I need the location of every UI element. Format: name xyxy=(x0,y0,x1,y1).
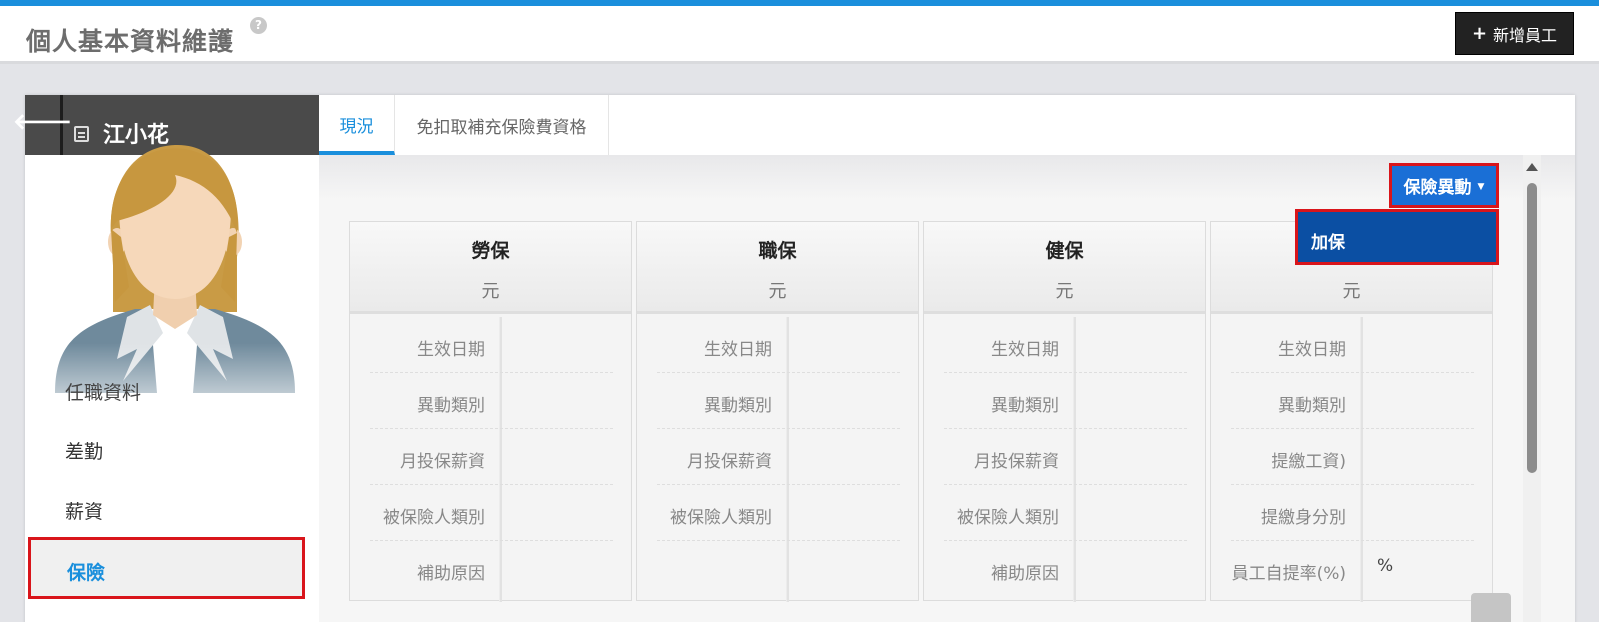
insurance-change-label: 保險異動 xyxy=(1403,178,1472,198)
table-row: 提繳工資) xyxy=(1231,429,1474,485)
row-label: 生效日期 xyxy=(1278,340,1346,360)
row-label: 被保險人類別 xyxy=(957,508,1059,528)
insurance-card-pension: 元 生效日期 異動類別 提繳工資) 提繳身分別 員工自提率(%)% xyxy=(1210,221,1493,602)
sidebar-item-salary[interactable]: 薪資 xyxy=(65,497,103,524)
insurance-change-menu: 加保 xyxy=(1295,209,1499,265)
table-row: 補助原因 xyxy=(370,541,613,597)
row-label: 提繳身分別 xyxy=(1261,508,1346,528)
card-title: 勞保 xyxy=(471,240,510,262)
card-header: 健保 元 xyxy=(924,222,1205,314)
card-body: 生效日期 異動類別 月投保薪資 被保險人類別 補助原因 xyxy=(924,317,1205,602)
caret-down-icon: ▼ xyxy=(1477,182,1485,192)
row-label: 月投保薪資 xyxy=(974,452,1059,472)
sidebar-item-insurance[interactable]: 保險 xyxy=(28,537,305,599)
main-area: 現況 免扣取補充保險費資格 保險異動 ▼ 勞保 元 生效日期 異動類別 月投保薪… xyxy=(319,95,1575,622)
row-label: 補助原因 xyxy=(417,564,485,584)
table-row: 生效日期 xyxy=(1231,317,1474,373)
card-header: 勞保 元 xyxy=(350,222,631,314)
row-label: 提繳工資) xyxy=(1271,452,1346,472)
card-unit: 元 xyxy=(1055,281,1074,302)
add-employee-button[interactable]: + 新增員工 xyxy=(1455,12,1574,55)
sidebar-item-employment[interactable]: 任職資料 xyxy=(65,378,141,405)
card-unit: 元 xyxy=(481,281,500,302)
row-label: 異動類別 xyxy=(704,396,772,416)
row-label: 被保險人類別 xyxy=(383,508,485,528)
card-header: 職保 元 xyxy=(637,222,918,314)
menu-item-enroll[interactable]: 加保 xyxy=(1311,228,1345,253)
card-title: 健保 xyxy=(1045,240,1084,262)
table-row: 異動類別 xyxy=(370,373,613,429)
scroll-up-arrow-icon[interactable] xyxy=(1526,163,1538,171)
row-label: 異動類別 xyxy=(417,396,485,416)
tab-supplementary-exemption[interactable]: 免扣取補充保險費資格 xyxy=(395,95,609,155)
row-label: 補助原因 xyxy=(991,564,1059,584)
scroll-to-top-button[interactable] xyxy=(1471,593,1511,622)
female-avatar-illustration xyxy=(55,144,295,393)
card-body: 生效日期 異動類別 月投保薪資 被保險人類別 補助原因 xyxy=(350,317,631,602)
card-title: 職保 xyxy=(758,240,797,262)
row-label: 異動類別 xyxy=(1278,396,1346,416)
card-unit: 元 xyxy=(768,281,787,302)
table-row: 被保險人類別 xyxy=(370,485,613,541)
tab-bar: 現況 免扣取補充保險費資格 xyxy=(319,95,1575,155)
table-row: 補助原因 xyxy=(944,541,1187,597)
table-row: 被保險人類別 xyxy=(944,485,1187,541)
add-employee-label: 新增員工 xyxy=(1493,25,1558,45)
row-label: 生效日期 xyxy=(417,340,485,360)
row-label: 被保險人類別 xyxy=(670,508,772,528)
insurance-card-health: 健保 元 生效日期 異動類別 月投保薪資 被保險人類別 補助原因 xyxy=(923,221,1206,602)
insurance-card-occupational: 職保 元 生效日期 異動類別 月投保薪資 被保險人類別 xyxy=(636,221,919,602)
row-label: 生效日期 xyxy=(991,340,1059,360)
table-row: 生效日期 xyxy=(944,317,1187,373)
table-row: 被保險人類別 xyxy=(657,485,900,541)
row-label: 月投保薪資 xyxy=(400,452,485,472)
card-body: 生效日期 異動類別 提繳工資) 提繳身分別 員工自提率(%)% xyxy=(1211,317,1492,602)
table-row: 月投保薪資 xyxy=(657,429,900,485)
table-row: 生效日期 xyxy=(370,317,613,373)
table-row: 異動類別 xyxy=(944,373,1187,429)
employee-sidebar: 🡐 江小花 任職資料 差勤 薪資 保險 xyxy=(13,95,325,622)
page-header: 個人基本資料維護 ? + 新增員工 xyxy=(0,6,1599,64)
insurance-card-labor: 勞保 元 生效日期 異動類別 月投保薪資 被保險人類別 補助原因 xyxy=(349,221,632,602)
table-row: 月投保薪資 xyxy=(944,429,1187,485)
table-row: 月投保薪資 xyxy=(370,429,613,485)
plus-icon: + xyxy=(1471,23,1488,44)
table-row xyxy=(657,541,900,597)
table-row: 員工自提率(%)% xyxy=(1231,541,1474,597)
card-body: 生效日期 異動類別 月投保薪資 被保險人類別 xyxy=(637,317,918,602)
row-value: % xyxy=(1377,556,1394,576)
table-row: 異動類別 xyxy=(657,373,900,429)
content-panel: 🡐 江小花 任職資料 差勤 薪資 保險 現況 免扣取補充保險費資格 保險異動 ▼… xyxy=(13,95,1575,622)
sidebar-item-insurance-label: 保險 xyxy=(67,562,106,584)
card-unit: 元 xyxy=(1342,281,1361,302)
row-label: 異動類別 xyxy=(991,396,1059,416)
avatar xyxy=(25,137,325,393)
insurance-change-button[interactable]: 保險異動 ▼ xyxy=(1389,163,1499,208)
tab-current-status[interactable]: 現況 xyxy=(319,95,395,155)
table-row: 生效日期 xyxy=(657,317,900,373)
scrollbar-thumb[interactable] xyxy=(1527,183,1537,473)
row-label: 員工自提率(%) xyxy=(1231,564,1346,584)
help-icon[interactable]: ? xyxy=(250,17,267,34)
table-row: 異動類別 xyxy=(1231,373,1474,429)
row-label: 生效日期 xyxy=(704,340,772,360)
sidebar-item-attendance[interactable]: 差勤 xyxy=(65,437,103,464)
page-title: 個人基本資料維護 xyxy=(26,27,235,56)
row-label: 月投保薪資 xyxy=(687,452,772,472)
table-row: 提繳身分別 xyxy=(1231,485,1474,541)
